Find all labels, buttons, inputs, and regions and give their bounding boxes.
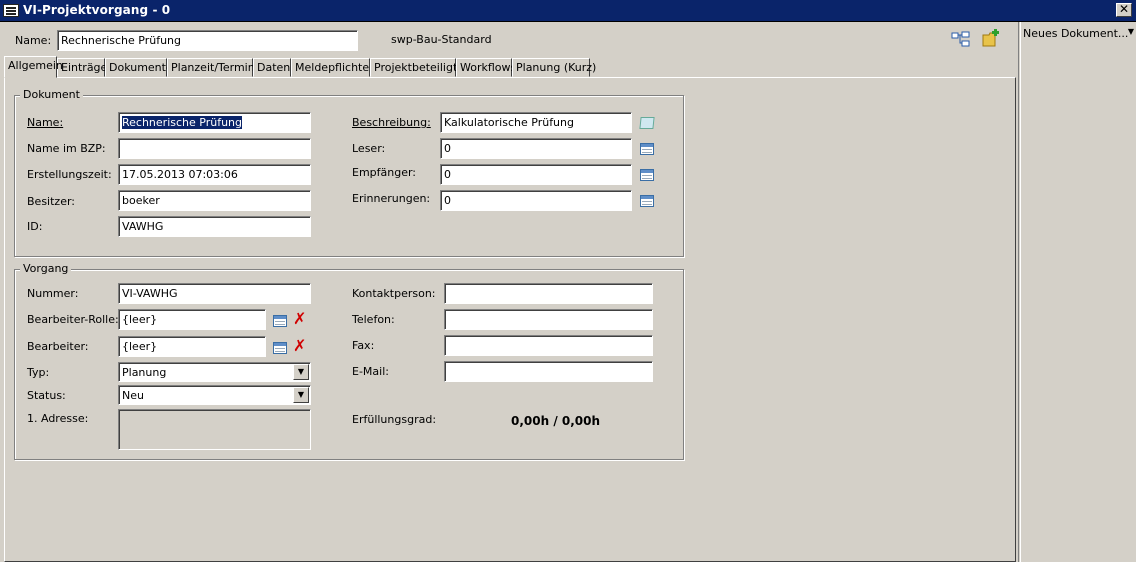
created-input[interactable]: 17.05.2013 07:03:06 [118,164,311,185]
tab-planzeit[interactable]: Planzeit/Termine [167,58,261,77]
window-icon [3,4,19,17]
tab-daten[interactable]: Daten [253,58,291,77]
role-input[interactable]: {leer} [118,309,266,330]
created-label: Erstellungszeit: [27,168,112,181]
new-folder-icon[interactable] [981,29,1001,49]
vorgang-group-title: Vorgang [20,262,72,275]
id-input[interactable]: VAWHG [118,216,311,237]
tab-projektbeteiligte[interactable]: Projektbeteiligte [370,58,464,77]
new-document-dropdown[interactable]: Neues Dokument... ▼ [1023,27,1135,43]
reader-input[interactable]: 0 [440,138,632,159]
desc-label: Beschreibung: [352,116,431,129]
tab-dokumente[interactable]: Dokumente [105,58,173,77]
status-label: Status: [27,389,66,402]
address-label: 1. Adresse: [27,412,89,425]
status-value: Neu [122,389,144,402]
header-name-input[interactable]: Rechnerische Prüfung [57,30,358,51]
editor-clear-icon[interactable]: ✗ [293,338,309,355]
doc-name-input[interactable]: Rechnerische Prüfung [118,112,311,133]
close-button[interactable]: ✕ [1116,3,1132,17]
dropdown-arrow-icon: ▼ [1127,27,1134,36]
number-label: Nummer: [27,287,79,300]
dokument-group: Dokument Name: Rechnerische Prüfung Name… [14,88,684,257]
fulfillment-label: Erfüllungsgrad: [352,413,437,426]
dokument-group-title: Dokument [20,88,83,101]
phone-label: Telefon: [352,313,395,326]
owner-input[interactable]: boeker [118,190,311,211]
editor-label: Bearbeiter: [27,340,89,353]
tab-allgemein[interactable]: Allgemein [4,56,63,78]
type-label: Typ: [27,366,50,379]
editor-input[interactable]: {leer} [118,336,266,357]
bzp-input[interactable] [118,138,311,159]
vorgang-group: Vorgang Nummer: VI-VAWHG Bearbeiter-Roll… [14,262,684,460]
status-dropdown-icon[interactable]: ▼ [293,387,309,403]
window-title: VI-Projektvorgang - 0 [23,3,171,17]
fax-input[interactable] [444,335,653,356]
bzp-label: Name im BZP: [27,142,106,155]
status-select[interactable]: Neu ▼ [118,385,311,405]
reader-label: Leser: [352,142,386,155]
fax-label: Fax: [352,339,375,352]
contact-input[interactable] [444,283,653,304]
doc-name-label: Name: [27,116,64,129]
tab-planung-kurz[interactable]: Planung (Kurz) [512,58,596,77]
role-label: Bearbeiter-Rolle: [27,313,119,326]
address-field [118,409,311,450]
template-label: swp-Bau-Standard [391,33,492,46]
owner-label: Besitzer: [27,195,75,208]
role-clear-icon[interactable]: ✗ [293,311,309,328]
main-area: Name: Rechnerische Prüfung swp-Bau-Stand… [0,22,1018,562]
reminder-table-icon[interactable] [640,195,654,207]
side-panel: Neues Dokument... ▼ [1018,22,1136,562]
recipient-label: Empfänger: [352,166,417,179]
title-bar: VI-Projektvorgang - 0 ✕ [0,0,1136,22]
structure-icon[interactable] [951,31,971,49]
id-label: ID: [27,220,43,233]
number-input[interactable]: VI-VAWHG [118,283,311,304]
new-document-label: Neues Dokument... [1023,27,1129,40]
recipient-input[interactable]: 0 [440,164,632,185]
reader-table-icon[interactable] [640,143,654,155]
fulfillment-value: 0,00h / 0,00h [511,414,601,428]
type-dropdown-icon[interactable]: ▼ [293,364,309,380]
header-name-label: Name: [15,34,52,47]
description-note-icon[interactable] [639,117,655,129]
tab-eintraege[interactable]: Einträge [57,58,107,77]
contact-label: Kontaktperson: [352,287,436,300]
tab-workflows[interactable]: Workflows [456,58,516,77]
recipient-table-icon[interactable] [640,169,654,181]
desc-input[interactable]: Kalkulatorische Prüfung [440,112,632,133]
email-label: E-Mail: [352,365,389,378]
tab-panel-allgemein: Dokument Name: Rechnerische Prüfung Name… [4,77,1016,562]
type-value: Planung [122,366,167,379]
editor-table-icon[interactable] [273,342,287,354]
phone-input[interactable] [444,309,653,330]
type-select[interactable]: Planung ▼ [118,362,311,382]
email-input[interactable] [444,361,653,382]
role-table-icon[interactable] [273,315,287,327]
reminder-input[interactable]: 0 [440,190,632,211]
reminder-label: Erinnerungen: [352,192,431,205]
tab-meldepflichten[interactable]: Meldepflichten [291,58,376,77]
doc-name-value: Rechnerische Prüfung [122,116,243,129]
